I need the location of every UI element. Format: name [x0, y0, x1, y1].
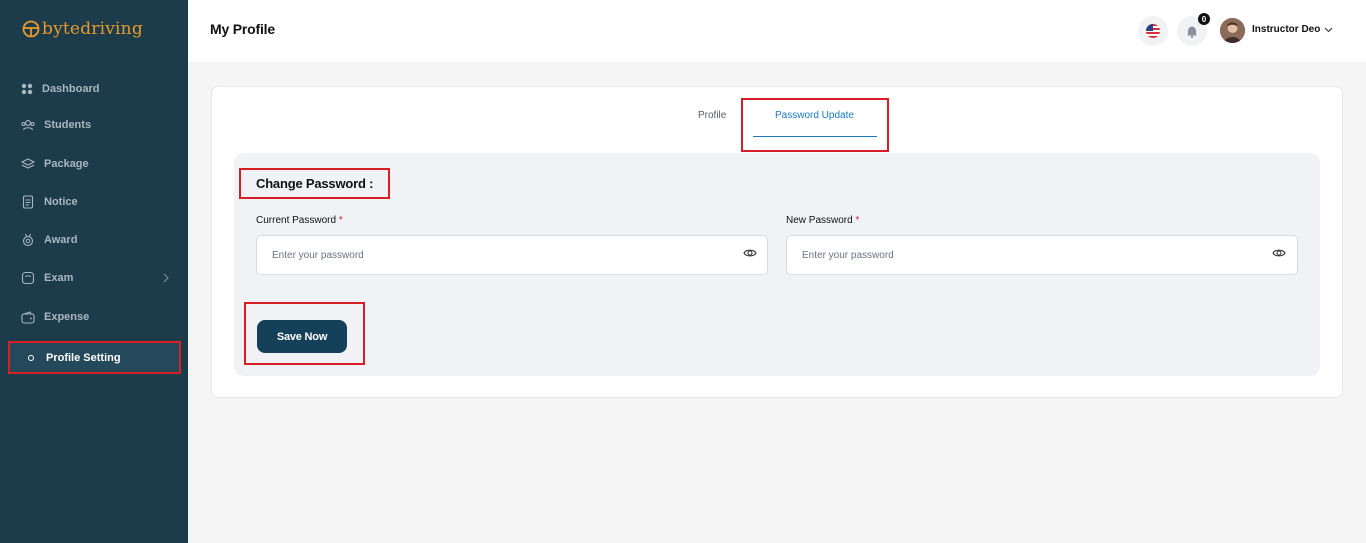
sidebar-item-students[interactable]: Students — [21, 115, 91, 135]
highlight-box-tab — [741, 98, 889, 152]
sidebar-item-notice[interactable]: Notice — [21, 192, 78, 212]
current-password-input[interactable] — [256, 235, 768, 275]
top-bar: My Profile 0 Instructor Deo — [188, 0, 1366, 62]
user-name[interactable]: Instructor Deo — [1252, 24, 1320, 35]
us-flag-icon — [1146, 24, 1160, 38]
layers-icon — [21, 157, 35, 169]
avatar[interactable] — [1220, 18, 1245, 43]
sidebar-item-label: Notice — [44, 196, 78, 208]
document-icon — [22, 195, 34, 209]
grid-icon — [21, 83, 33, 95]
eye-icon[interactable] — [743, 248, 757, 258]
new-password-input[interactable] — [786, 235, 1298, 275]
sidebar-item-label: Students — [44, 119, 92, 131]
sidebar-item-award[interactable]: Award — [21, 230, 77, 250]
brand-name-prefix: byte — [42, 19, 81, 39]
exam-icon — [21, 271, 35, 285]
page-title: My Profile — [210, 21, 275, 37]
sidebar: byte driving Dashboard Students Package N… — [0, 0, 188, 543]
wallet-icon — [21, 310, 35, 324]
chevron-right-icon — [163, 273, 169, 283]
new-password-label: New Password * — [786, 215, 859, 226]
sidebar-item-label: Profile Setting — [46, 351, 121, 364]
sidebar-item-label: Dashboard — [42, 83, 100, 95]
user-photo-icon — [1220, 18, 1245, 43]
required-mark: * — [855, 215, 860, 226]
dot-icon — [28, 354, 34, 361]
sidebar-item-dashboard[interactable]: Dashboard — [21, 79, 99, 99]
sidebar-item-expense[interactable]: Expense — [21, 307, 89, 327]
sidebar-item-label: Expense — [44, 311, 90, 323]
label-text: Current Password — [256, 215, 337, 226]
brand-logo[interactable]: byte driving — [22, 16, 143, 42]
language-button[interactable] — [1138, 16, 1168, 46]
sidebar-item-package[interactable]: Package — [21, 154, 89, 174]
active-tab-indicator — [753, 136, 877, 137]
award-icon — [22, 233, 34, 247]
required-mark: * — [338, 215, 343, 226]
steering-wheel-icon — [22, 20, 40, 38]
bell-icon — [1187, 26, 1197, 38]
sidebar-item-label: Exam — [44, 272, 74, 284]
current-password-label: Current Password * — [256, 215, 343, 226]
sidebar-item-label: Award — [44, 234, 78, 246]
chevron-down-icon[interactable] — [1324, 27, 1333, 33]
users-icon — [21, 120, 35, 131]
sidebar-item-profile-setting[interactable]: Profile Setting — [8, 341, 181, 374]
tab-password-update[interactable]: Password Update — [775, 110, 854, 121]
notification-badge: 0 — [1198, 13, 1210, 25]
eye-icon[interactable] — [1272, 248, 1286, 258]
tab-profile[interactable]: Profile — [698, 110, 726, 121]
sidebar-item-exam[interactable]: Exam — [21, 268, 176, 288]
save-now-button[interactable]: Save Now — [257, 320, 347, 353]
label-text: New Password — [786, 215, 853, 226]
form-heading: Change Password : — [256, 176, 374, 191]
sidebar-item-label: Package — [44, 158, 89, 170]
brand-name-suffix: driving — [80, 19, 143, 39]
